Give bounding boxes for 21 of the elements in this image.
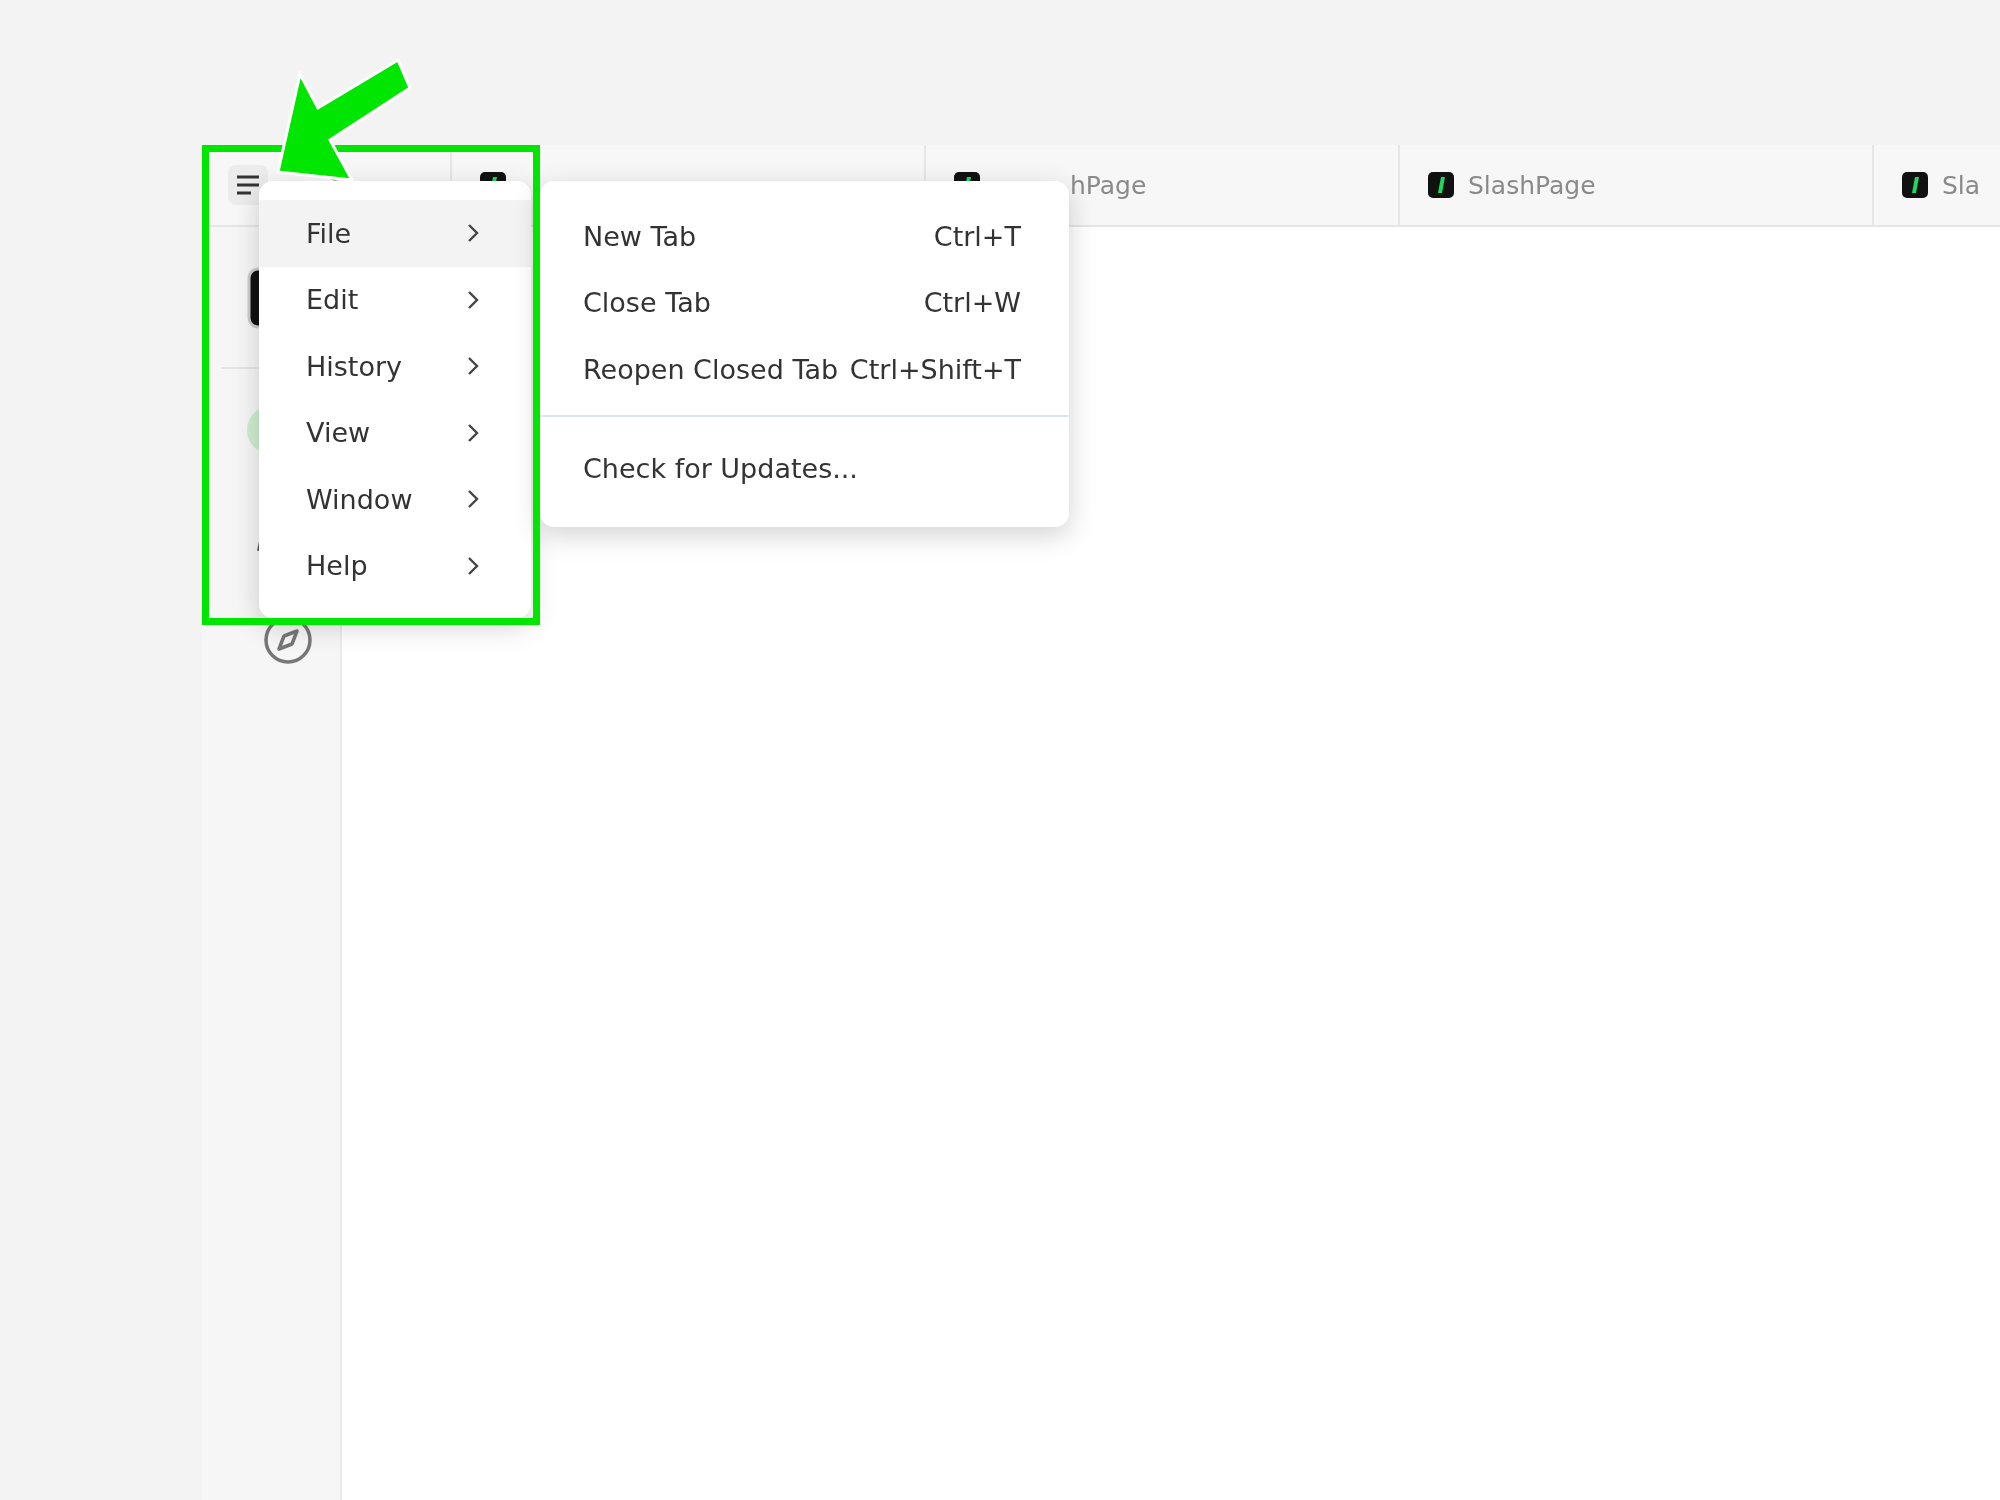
menu-item[interactable]: Window [259, 466, 531, 533]
shortcut-label: Ctrl+Shift+T [849, 353, 1021, 385]
menu-item[interactable]: History [259, 333, 531, 400]
chevron-right-icon [467, 489, 479, 510]
chevron-right-icon [467, 289, 479, 310]
menu-icon [235, 174, 261, 196]
chevron-right-icon [467, 356, 479, 377]
chevron-right-icon [467, 422, 479, 443]
menu-item[interactable]: Close Tab Ctrl+W [540, 269, 1069, 336]
chevron-right-icon [467, 555, 479, 576]
menu-item[interactable]: File [259, 200, 531, 267]
menu-item[interactable]: Edit [259, 266, 531, 333]
menu-button[interactable] [228, 165, 268, 205]
shortcut-label: Ctrl+W [923, 287, 1021, 319]
menu-item[interactable]: Check for Updates... [540, 426, 1069, 511]
app-logo-icon [1428, 172, 1454, 198]
menu-item[interactable]: View [259, 399, 531, 466]
menu-item[interactable]: Reopen Closed Tab Ctrl+Shift+T [540, 336, 1069, 403]
app-logo-icon [1902, 172, 1928, 198]
menu-item[interactable]: Help [259, 532, 531, 599]
chevron-right-icon [467, 223, 479, 244]
